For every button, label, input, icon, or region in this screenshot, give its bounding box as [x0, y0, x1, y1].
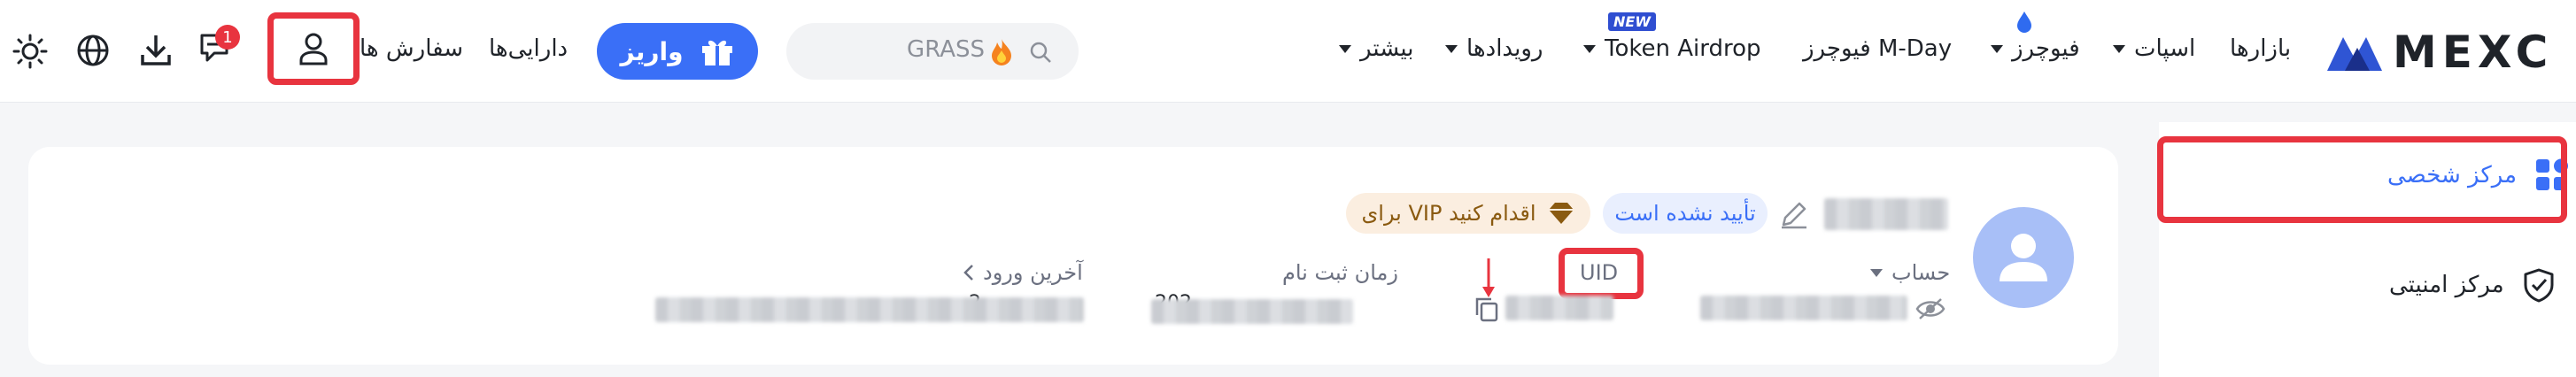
registration-time-label: زمان ثبت نام — [1282, 260, 1398, 285]
last-login-link[interactable]: آخرین ورود — [962, 260, 1083, 285]
nav-markets-label: بازارها — [2230, 35, 2292, 62]
nav-futures-label: فیوچرز — [2012, 35, 2080, 62]
shield-check-icon — [2524, 268, 2554, 303]
search-placeholder: GRASS — [907, 36, 985, 63]
nav-mday-futures[interactable]: فیوچرز M-Day — [1803, 35, 1952, 62]
sidebar-item-security-center[interactable]: مرکز امنیتی — [2389, 267, 2556, 303]
nav-more[interactable]: بیشتر — [1339, 35, 1413, 62]
nickname-redacted — [1824, 198, 1948, 230]
apply-vip-label: برای VIP اقدام کنید — [1361, 201, 1536, 226]
uid-value-redacted — [1505, 296, 1613, 320]
nav-markets[interactable]: بازارها — [2230, 35, 2291, 62]
mexc-logo[interactable]: MEXC — [2325, 27, 2553, 78]
language-button[interactable] — [76, 34, 110, 71]
chevron-left-icon — [963, 265, 973, 281]
nav-token-airdrop[interactable]: Token Airdrop — [1583, 35, 1761, 62]
account-field[interactable]: حساب — [1870, 260, 1950, 285]
arrow-down-annotation-icon — [1482, 258, 1495, 297]
chevron-down-icon — [1339, 44, 1351, 53]
chevron-down-icon — [2113, 44, 2125, 53]
highlight-personal-center — [2157, 136, 2567, 223]
theme-toggle-button[interactable] — [12, 34, 48, 73]
fire-icon — [992, 39, 1011, 65]
nav-mday-label: فیوچرز M-Day — [1803, 35, 1953, 62]
highlight-uid — [1559, 248, 1644, 299]
chevron-down-icon — [1870, 268, 1883, 277]
account-label: حساب — [1891, 260, 1951, 285]
profile-card — [28, 147, 2118, 365]
edit-pencil-icon[interactable] — [1778, 198, 1810, 230]
deposit-label: واریز — [620, 36, 684, 66]
nav-spot[interactable]: اسپات — [2113, 35, 2195, 62]
sidebar-item-label: مرکز امنیتی — [2389, 272, 2504, 298]
chevron-down-icon — [1445, 44, 1458, 53]
chevron-down-icon — [1583, 44, 1596, 53]
flame-drop-icon — [2017, 12, 2031, 33]
diamond-icon — [1548, 203, 1574, 224]
notification-count-badge: 1 — [215, 25, 240, 50]
highlight-user-account — [267, 12, 360, 85]
nav-orders[interactable]: سفارش ها — [360, 35, 463, 62]
verification-status-label: تأیید نشده است — [1614, 201, 1756, 226]
nav-futures[interactable]: فیوچرز — [1991, 35, 2080, 62]
account-sidebar: مرکز شخصی مرکز امنیتی — [2157, 122, 2576, 377]
apply-vip-button[interactable]: برای VIP اقدام کنید — [1346, 193, 1590, 234]
user-avatar-icon — [2000, 234, 2047, 281]
nav-assets-label: دارایی‌ها — [489, 35, 569, 62]
verification-status-badge[interactable]: تأیید نشده است — [1603, 193, 1768, 234]
nav-token-airdrop-label: Token Airdrop — [1605, 35, 1761, 62]
new-badge: NEW — [1608, 12, 1656, 31]
last-login-label: آخرین ورود — [983, 260, 1083, 285]
search-icon — [1030, 42, 1051, 63]
logo-text: MEXC — [2393, 27, 2554, 78]
nav-spot-label: اسپات — [2134, 35, 2196, 62]
avatar[interactable] — [1973, 207, 2074, 308]
mexc-logo-icon — [2327, 37, 2382, 71]
chevron-down-icon — [1991, 44, 2003, 53]
top-navigation-bar: MEXC بازارها اسپات فیوچرز فیوچرز M-Day T… — [0, 0, 2576, 103]
download-icon — [141, 35, 171, 65]
search-input[interactable]: GRASS — [786, 23, 1079, 80]
globe-icon — [77, 35, 109, 66]
nav-orders-label: سفارش ها — [360, 35, 464, 62]
last-login-redacted — [655, 297, 1084, 322]
nav-assets[interactable]: دارایی‌ها — [489, 35, 568, 62]
sun-icon — [12, 34, 48, 69]
account-value-redacted — [1700, 296, 1907, 320]
nav-events[interactable]: رویدادها — [1445, 35, 1543, 62]
nav-events-label: رویدادها — [1466, 35, 1543, 62]
nav-more-label: بیشتر — [1360, 35, 1414, 62]
deposit-button[interactable]: واریز — [597, 23, 758, 80]
copy-icon[interactable] — [1474, 296, 1500, 322]
eye-hidden-icon[interactable] — [1915, 296, 1946, 322]
registration-time-redacted — [1151, 299, 1353, 324]
download-button[interactable] — [138, 32, 174, 71]
gift-icon — [701, 40, 732, 65]
